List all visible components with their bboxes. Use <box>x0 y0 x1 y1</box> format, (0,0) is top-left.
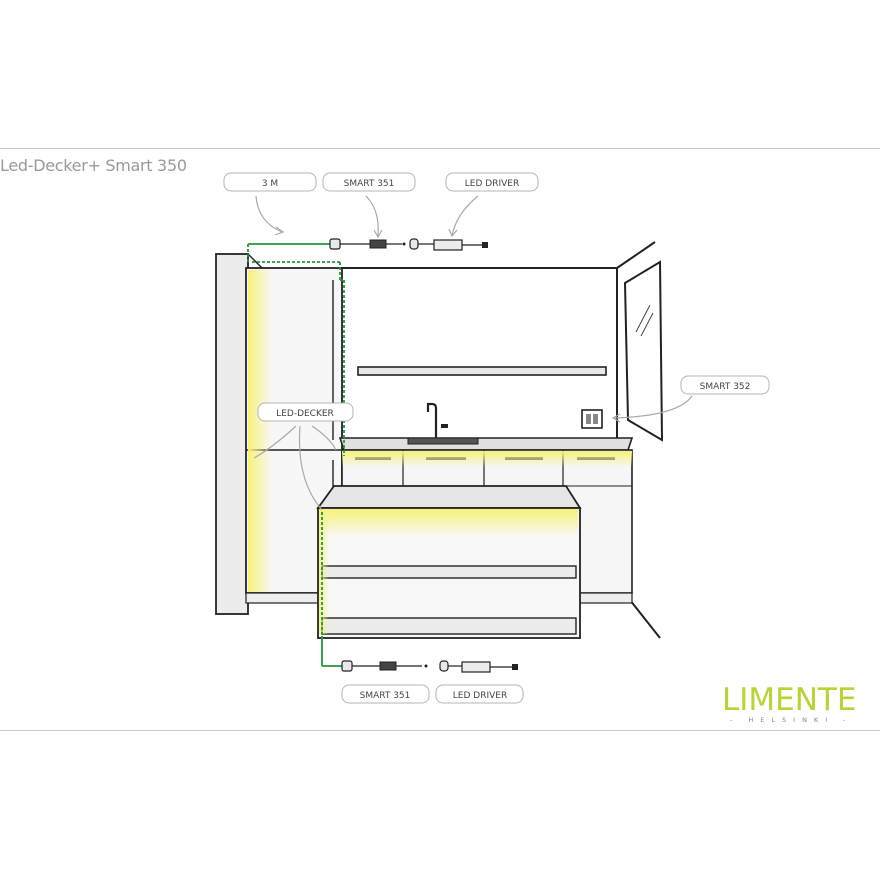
kitchen-island <box>316 485 582 639</box>
wall-shelf <box>357 366 607 376</box>
smart351-module-bottom <box>379 661 397 671</box>
led-glow-island <box>320 509 578 537</box>
label-driver-bottom: LED DRIVER <box>453 691 507 701</box>
led-glow-tall-cabinet <box>248 270 272 592</box>
label-length: 3 M <box>262 179 278 189</box>
devices-top <box>329 238 488 251</box>
smart352-switch <box>581 409 603 429</box>
label-smart351-bottom: SMART 351 <box>360 691 411 701</box>
devices-bottom <box>341 660 518 673</box>
logo-word: LIMENTE <box>722 682 857 718</box>
logo-subtitle: - HELSINKI - <box>730 716 853 724</box>
kitchen-diagram: 3 M SMART 351 LED DRIVER SMART 352 LED-D… <box>215 172 770 704</box>
plug-bottom <box>512 664 518 670</box>
smart351-module-top <box>369 239 387 249</box>
plug-top <box>482 242 488 248</box>
label-smart351-top: SMART 351 <box>344 179 395 189</box>
connector-bottom <box>341 660 353 672</box>
led-driver-bottom <box>461 661 491 673</box>
led-driver-top <box>433 239 463 251</box>
connector-top <box>329 238 341 250</box>
label-led-decker: LED-DECKER <box>276 409 334 419</box>
sink-faucet <box>407 402 479 445</box>
label-smart352: SMART 352 <box>700 382 751 392</box>
label-driver-top: LED DRIVER <box>465 179 519 189</box>
led-glow-back-counter <box>342 451 632 467</box>
